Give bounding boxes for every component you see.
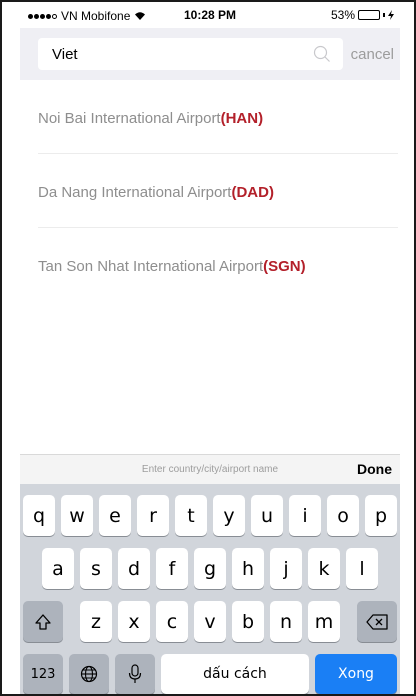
cancel-button[interactable]: cancel bbox=[351, 46, 394, 63]
key-w[interactable]: w bbox=[61, 495, 93, 536]
shift-key[interactable] bbox=[23, 601, 63, 642]
airport-result: Noi Bai International Airport(HAN) bbox=[38, 110, 263, 127]
status-right: 53% bbox=[331, 8, 394, 22]
dictation-key[interactable] bbox=[115, 654, 155, 694]
key-q[interactable]: q bbox=[23, 495, 55, 536]
done-button[interactable]: Done bbox=[357, 461, 392, 477]
status-bar: VN Mobifone 10:28 PM 53% bbox=[20, 6, 400, 26]
key-x[interactable]: x bbox=[118, 601, 150, 642]
results-list: Noi Bai International Airport(HAN) Da Na… bbox=[20, 80, 400, 302]
numbers-key[interactable]: 123 bbox=[23, 654, 63, 694]
key-p[interactable]: p bbox=[365, 495, 397, 536]
airport-code: (HAN) bbox=[220, 110, 264, 127]
search-header: Viet cancel bbox=[20, 28, 400, 80]
key-t[interactable]: t bbox=[175, 495, 207, 536]
key-h[interactable]: h bbox=[232, 548, 264, 589]
input-hint: Enter country/city/airport name bbox=[141, 464, 279, 475]
key-m[interactable]: m bbox=[308, 601, 340, 642]
list-item[interactable]: Tan Son Nhat International Airport(SGN) bbox=[38, 228, 398, 302]
key-d[interactable]: d bbox=[118, 548, 150, 589]
key-r[interactable]: r bbox=[137, 495, 169, 536]
globe-key[interactable] bbox=[69, 654, 109, 694]
charging-icon bbox=[388, 10, 394, 20]
list-item[interactable]: Noi Bai International Airport(HAN) bbox=[38, 80, 398, 154]
microphone-icon bbox=[128, 664, 142, 683]
key-b[interactable]: b bbox=[232, 601, 264, 642]
battery-percent: 53% bbox=[330, 8, 355, 22]
key-l[interactable]: l bbox=[346, 548, 378, 589]
keyboard: q w e r t y u i o p a s d f g h j k l z … bbox=[20, 484, 400, 694]
backspace-key[interactable] bbox=[357, 601, 397, 642]
battery-icon bbox=[358, 10, 380, 20]
airport-name: Tan Son Nhat International Airport bbox=[38, 258, 264, 275]
shift-icon bbox=[35, 613, 51, 630]
key-c[interactable]: c bbox=[156, 601, 188, 642]
return-key[interactable]: Xong bbox=[315, 654, 397, 694]
key-y[interactable]: y bbox=[213, 495, 245, 536]
search-icon bbox=[313, 45, 330, 62]
key-f[interactable]: f bbox=[156, 548, 188, 589]
key-i[interactable]: i bbox=[289, 495, 321, 536]
key-g[interactable]: g bbox=[194, 548, 226, 589]
airport-code: (SGN) bbox=[263, 258, 306, 275]
airport-code: (DAD) bbox=[231, 184, 274, 201]
airport-name: Da Nang International Airport bbox=[38, 184, 232, 201]
key-k[interactable]: k bbox=[308, 548, 340, 589]
key-z[interactable]: z bbox=[80, 601, 112, 642]
key-u[interactable]: u bbox=[251, 495, 283, 536]
airport-result: Tan Son Nhat International Airport(SGN) bbox=[38, 258, 306, 275]
key-j[interactable]: j bbox=[270, 548, 302, 589]
key-o[interactable]: o bbox=[327, 495, 359, 536]
list-item[interactable]: Da Nang International Airport(DAD) bbox=[38, 154, 398, 228]
globe-icon bbox=[80, 665, 98, 683]
airport-result: Da Nang International Airport(DAD) bbox=[38, 184, 274, 201]
key-s[interactable]: s bbox=[80, 548, 112, 589]
keyboard-toolbar: Enter country/city/airport name Done bbox=[20, 454, 400, 484]
search-input-value[interactable]: Viet bbox=[52, 46, 78, 63]
key-n[interactable]: n bbox=[270, 601, 302, 642]
search-input[interactable]: Viet bbox=[38, 38, 343, 70]
space-key[interactable]: dấu cách bbox=[161, 654, 309, 694]
key-e[interactable]: e bbox=[99, 495, 131, 536]
phone-screen: VN Mobifone 10:28 PM 53% Viet cancel Noi… bbox=[0, 0, 416, 696]
battery-cap bbox=[383, 13, 385, 17]
key-v[interactable]: v bbox=[194, 601, 226, 642]
key-a[interactable]: a bbox=[42, 548, 74, 589]
backspace-icon bbox=[366, 613, 388, 630]
airport-name: Noi Bai International Airport bbox=[38, 110, 221, 127]
